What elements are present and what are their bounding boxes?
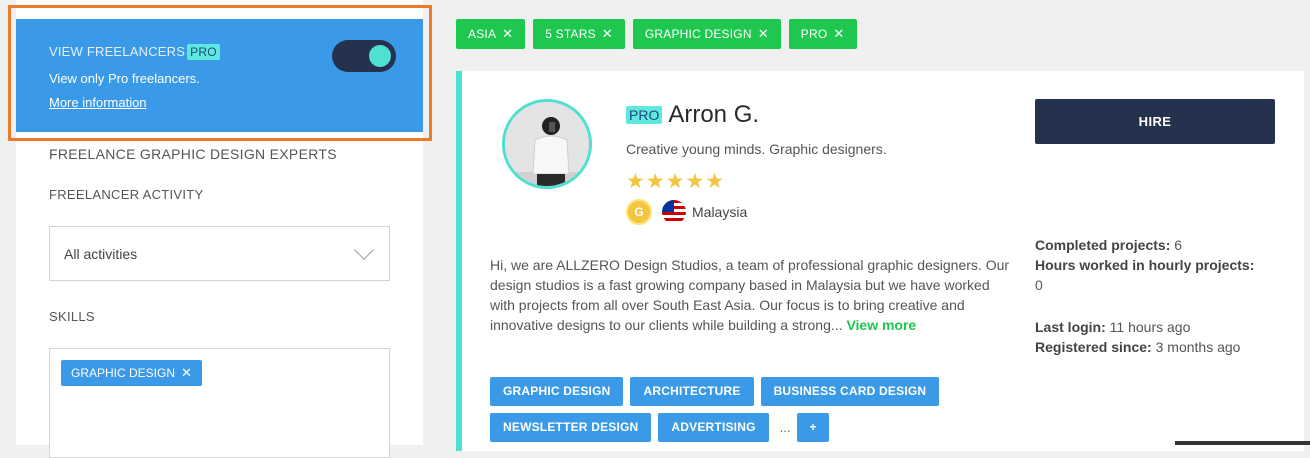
hire-button[interactable]: HIRE — [1035, 99, 1275, 144]
show-more-tags-button[interactable]: + — [797, 413, 829, 442]
skill-tag[interactable]: BUSINESS CARD DESIGN — [760, 377, 940, 406]
filter-chip-5-stars[interactable]: 5 STARS ✕ — [533, 19, 625, 49]
freelancer-activity-select[interactable]: All activities — [49, 226, 390, 281]
skill-chip-graphic-design[interactable]: GRAPHIC DESIGN ✕ — [61, 360, 202, 386]
star-rating: ★★★★★ — [626, 170, 726, 193]
freelancer-meta: G Malaysia — [626, 199, 747, 225]
gold-level-icon: G — [626, 199, 652, 225]
registered-since-stat: Registered since: 3 months ago — [1035, 339, 1241, 355]
skill-tags-row-2: NEWSLETTER DESIGN ADVERTISING ... + — [490, 413, 829, 442]
horizontal-scrollbar[interactable] — [1175, 441, 1310, 445]
chevron-down-icon — [354, 240, 374, 260]
skill-tag[interactable]: ADVERTISING — [658, 413, 769, 442]
filter-chip-asia[interactable]: ASIA ✕ — [456, 19, 526, 49]
skill-tag[interactable]: GRAPHIC DESIGN — [490, 377, 624, 406]
completed-projects-stat: Completed projects: 6 — [1035, 237, 1183, 253]
skills-label: SKILLS — [49, 309, 95, 324]
freelancer-activity-label: FREELANCER ACTIVITY — [49, 187, 204, 202]
close-icon[interactable]: ✕ — [602, 26, 613, 41]
close-icon[interactable]: ✕ — [758, 26, 769, 41]
active-filters: ASIA ✕ 5 STARS ✕ GRAPHIC DESIGN ✕ PRO ✕ — [456, 19, 857, 49]
skill-tag[interactable]: NEWSLETTER DESIGN — [490, 413, 652, 442]
freelancer-name[interactable]: Arron G. — [668, 101, 759, 129]
freelancer-stats: Completed projects: 6 Hours worked in ho… — [1035, 235, 1285, 357]
avatar[interactable] — [502, 99, 592, 189]
skill-tags-row-1: GRAPHIC DESIGN ARCHITECTURE BUSINESS CAR… — [490, 377, 940, 406]
filter-chip-pro[interactable]: PRO ✕ — [788, 19, 857, 49]
close-icon[interactable]: ✕ — [502, 26, 513, 41]
pro-panel-highlight — [8, 5, 432, 141]
pro-badge: PRO — [626, 106, 663, 124]
avatar-photo — [505, 102, 589, 186]
freelancer-bio: Hi, we are ALLZERO Design Studios, a tea… — [490, 257, 1010, 333]
skill-tag[interactable]: ARCHITECTURE — [630, 377, 754, 406]
freelancer-card: PRO Arron G. Creative young minds. Graph… — [456, 71, 1304, 451]
filter-chip-graphic-design[interactable]: GRAPHIC DESIGN ✕ — [632, 19, 781, 49]
activity-select-value: All activities — [64, 246, 138, 262]
freelancer-name-row: PRO Arron G. — [626, 101, 759, 129]
freelancer-tagline: Creative young minds. Graphic designers. — [626, 141, 887, 157]
close-icon[interactable]: ✕ — [181, 365, 192, 380]
sidebar-heading: FREELANCE GRAPHIC DESIGN EXPERTS — [49, 146, 337, 162]
more-tags-ellipsis: ... — [779, 420, 791, 435]
hours-worked-stat: Hours worked in hourly projects: 0 — [1035, 257, 1255, 293]
malaysia-flag-icon — [662, 200, 686, 224]
freelancer-country: Malaysia — [692, 204, 748, 220]
last-login-stat: Last login: 11 hours ago — [1035, 319, 1191, 335]
close-icon[interactable]: ✕ — [833, 26, 844, 41]
skills-input[interactable]: GRAPHIC DESIGN ✕ — [49, 348, 390, 458]
view-more-link[interactable]: View more — [846, 317, 916, 333]
